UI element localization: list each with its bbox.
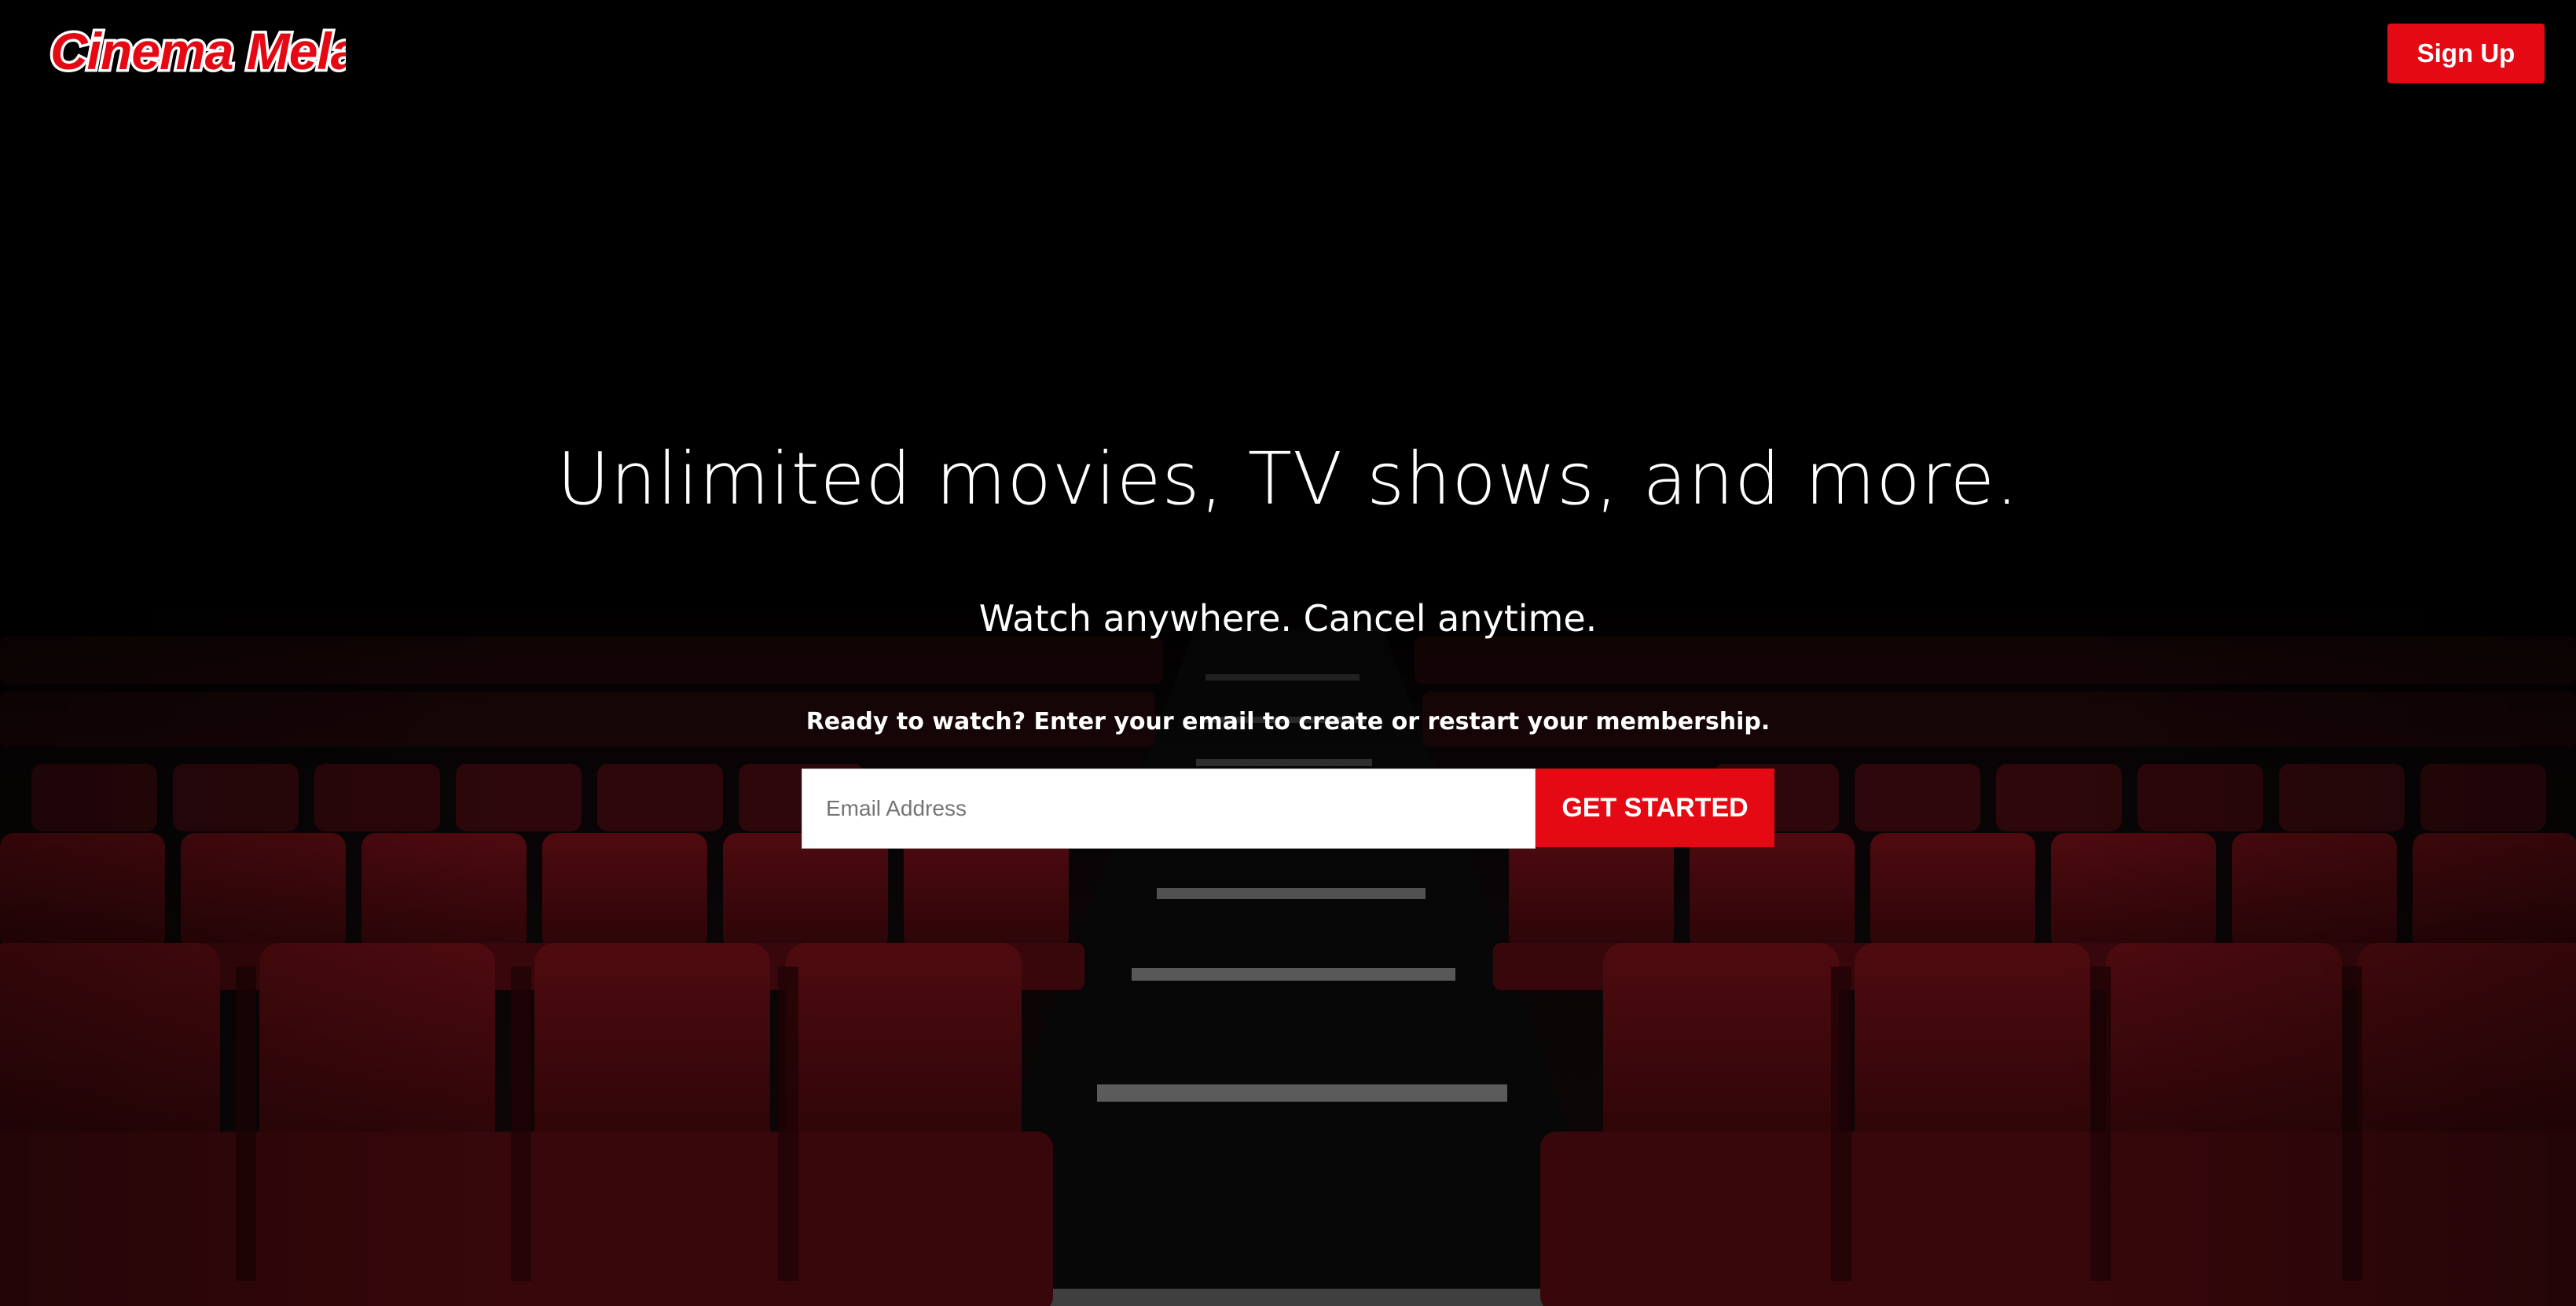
cinema-mela-logo[interactable]: Cinema Mela xyxy=(47,16,347,86)
cta-text: Ready to watch? Enter your email to crea… xyxy=(805,708,1771,736)
theater-background-image xyxy=(0,0,2576,1306)
email-signup-form: GET STARTED xyxy=(802,769,1774,849)
landing-page: Cinema Mela Sign Up Unlimited movies, TV… xyxy=(0,0,2576,1306)
email-input[interactable] xyxy=(802,769,1536,849)
sign-up-button[interactable]: Sign Up xyxy=(2387,24,2545,83)
hero-subtitle: Watch anywhere. Cancel anytime. xyxy=(978,597,1598,640)
get-started-button[interactable]: GET STARTED xyxy=(1536,769,1774,847)
logo-text: Cinema Mela xyxy=(50,22,346,80)
hero-title: Unlimited movies, TV shows, and more. xyxy=(556,437,2020,521)
